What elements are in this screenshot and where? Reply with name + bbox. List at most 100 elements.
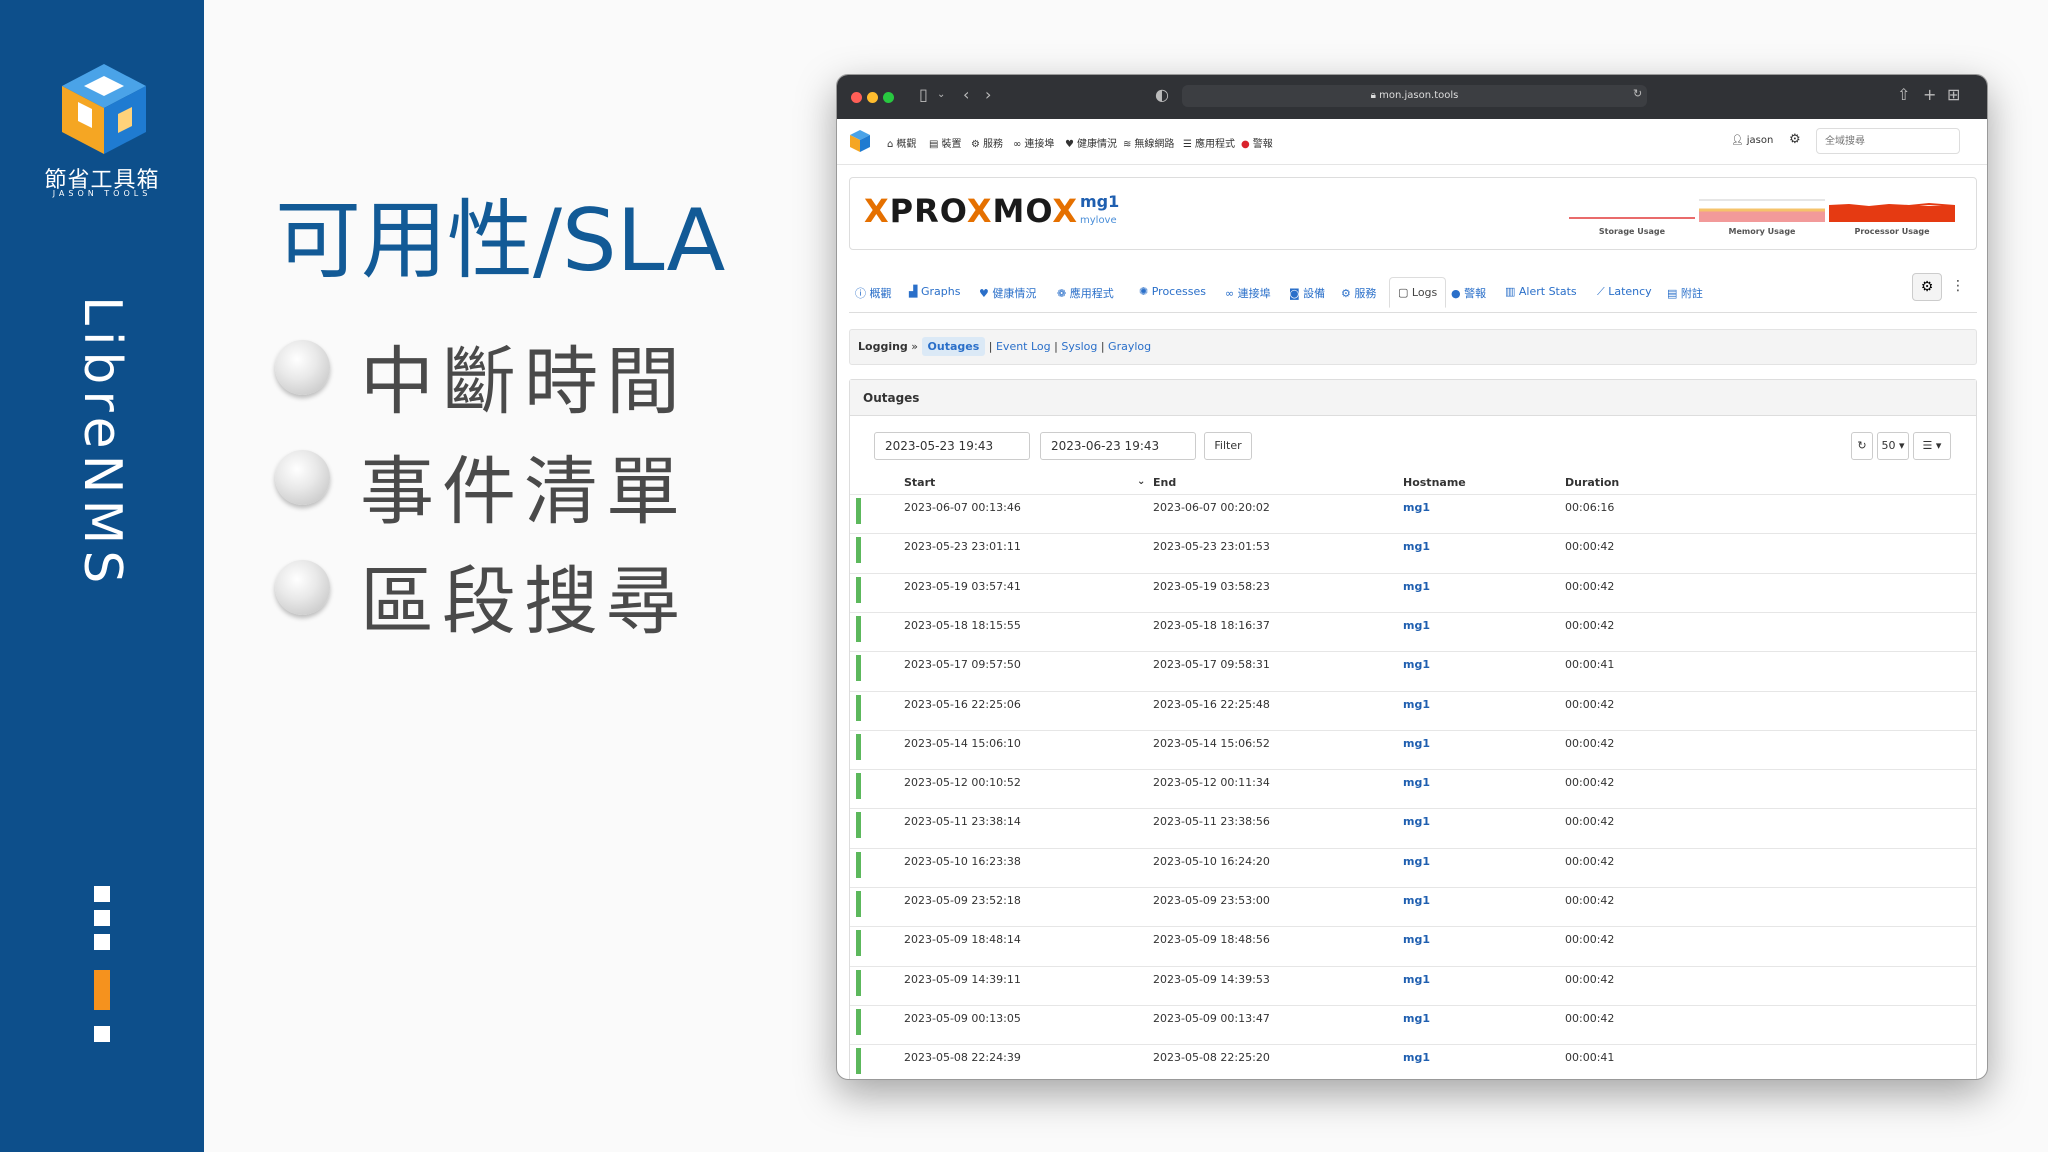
user-menu[interactable]: 👤︎ jason [1731, 135, 1773, 146]
refresh-icon[interactable]: ↻ [1851, 432, 1873, 460]
device-hostname[interactable]: mg1 [1080, 192, 1119, 211]
table-row[interactable]: 2023-05-09 18:48:14 2023-05-09 18:48:56 mg… [850, 926, 1976, 965]
tab-apps[interactable]: ❁ 應用程式 [1057, 285, 1114, 301]
nav-alerts[interactable]: ● 警報 [1241, 135, 1273, 150]
tab-services[interactable]: ⚙ 服務 [1341, 285, 1376, 301]
breadcrumb-root: Logging [858, 340, 908, 353]
tab-inventory[interactable]: ◙ 設備 [1289, 285, 1325, 301]
date-to-input[interactable]: 2023-06-23 19:43 [1040, 432, 1196, 460]
status-bar [856, 891, 861, 917]
sort-chevron-down-icon[interactable]: ⌄ [1137, 476, 1145, 487]
nav-wireless[interactable]: ≋ 無線網路 [1123, 135, 1174, 150]
url-bar[interactable]: 🔒︎ mon.jason.tools [1182, 85, 1647, 107]
cell-hostname[interactable]: mg1 [1403, 501, 1430, 514]
cell-hostname[interactable]: mg1 [1403, 580, 1430, 593]
brand-subtitle: JASON TOOLS [52, 189, 152, 198]
column-header-duration[interactable]: Duration [1565, 476, 1619, 489]
cell-hostname[interactable]: mg1 [1403, 737, 1430, 750]
cell-hostname[interactable]: mg1 [1403, 855, 1430, 868]
column-header-hostname[interactable]: Hostname [1403, 476, 1466, 489]
tab-latency[interactable]: ⟋ Latency [1597, 285, 1652, 299]
device-settings-gear-icon[interactable]: ⚙ [1912, 273, 1942, 301]
tab-graphs[interactable]: ▟ Graphs [909, 285, 960, 298]
tab-notes[interactable]: ▤ 附註 [1667, 285, 1703, 301]
column-header-end[interactable]: End [1153, 476, 1176, 489]
librenms-logo-icon[interactable] [849, 129, 871, 153]
cell-hostname[interactable]: mg1 [1403, 933, 1430, 946]
breadcrumb: Logging » Outages | Event Log | Syslog |… [849, 329, 1977, 365]
table-row[interactable]: 2023-05-12 00:10:52 2023-05-12 00:11:34 mg… [850, 769, 1976, 808]
cell-hostname[interactable]: mg1 [1403, 619, 1430, 632]
table-row[interactable]: 2023-05-23 23:01:11 2023-05-23 23:01:53 mg… [850, 533, 1976, 572]
kebab-menu-icon[interactable]: ⋮ [1947, 273, 1969, 301]
cell-hostname[interactable]: mg1 [1403, 1012, 1430, 1025]
cell-hostname[interactable]: mg1 [1403, 894, 1430, 907]
cell-hostname[interactable]: mg1 [1403, 815, 1430, 828]
close-window-button[interactable] [851, 92, 862, 103]
back-arrow-icon[interactable]: ‹ [963, 85, 969, 104]
sidebar-toggle-icon[interactable]: ▯ [919, 85, 928, 104]
maximize-window-button[interactable] [883, 92, 894, 103]
tab-overview[interactable]: ⓘ 概觀 [855, 285, 892, 301]
date-from-input[interactable]: 2023-05-23 19:43 [874, 432, 1030, 460]
nav-health[interactable]: ♥ 健康情況 [1065, 135, 1117, 150]
graph-label: Storage Usage [1598, 227, 1666, 236]
column-toggle-icon[interactable]: ☰ ▾ [1913, 432, 1951, 460]
tab-health[interactable]: ♥ 健康情況 [979, 285, 1036, 301]
table-row[interactable]: 2023-05-09 14:39:11 2023-05-09 14:39:53 mg… [850, 965, 1976, 1005]
link-graylog[interactable]: Graylog [1108, 340, 1151, 353]
memory-usage-graph[interactable] [1699, 198, 1825, 222]
table-row[interactable]: 2023-05-17 09:57:50 2023-05-17 09:58:31 mg… [850, 651, 1976, 690]
bullet-text: 中斷時間 [360, 339, 688, 425]
nav-overview[interactable]: ⌂ 概觀 [887, 135, 916, 150]
table-row[interactable]: 2023-05-18 18:15:55 2023-05-18 18:16:37 mg… [850, 611, 1976, 651]
nav-apps[interactable]: ☰ 應用程式 [1183, 135, 1235, 150]
storage-usage-graph[interactable] [1569, 198, 1695, 222]
tab-alerts[interactable]: ● 警報 [1451, 285, 1486, 301]
cell-hostname[interactable]: mg1 [1403, 658, 1430, 671]
cell-hostname[interactable]: mg1 [1403, 1051, 1430, 1064]
filter-button[interactable]: Filter [1204, 432, 1252, 460]
table-row[interactable]: 2023-06-07 00:13:46 2023-06-07 00:20:02 mg… [850, 494, 1976, 533]
page-size-select[interactable]: 50 ▾ [1877, 432, 1909, 460]
cell-hostname[interactable]: mg1 [1403, 973, 1430, 986]
minimize-window-button[interactable] [867, 92, 878, 103]
table-row[interactable]: 2023-05-09 00:13:05 2023-05-09 00:13:47 mg… [850, 1004, 1976, 1044]
table-row[interactable]: 2023-05-14 15:06:10 2023-05-14 15:06:52 mg… [850, 729, 1976, 769]
gear-icon[interactable]: ⚙ [1789, 132, 1801, 147]
table-row[interactable]: 2023-05-19 03:57:41 2023-05-19 03:58:23 mg… [850, 572, 1976, 612]
reload-icon[interactable]: ↻ [1633, 87, 1642, 100]
forward-arrow-icon[interactable]: › [985, 85, 991, 104]
nav-devices[interactable]: ▤ 裝置 [929, 135, 961, 150]
link-event-log[interactable]: Event Log [996, 340, 1051, 353]
shield-icon[interactable]: ◐ [1155, 85, 1169, 104]
link-syslog[interactable]: Syslog [1061, 340, 1097, 353]
bullet-text: 區段搜尋 [360, 559, 688, 645]
cell-start: 2023-06-07 00:13:46 [904, 501, 1021, 514]
table-row[interactable]: 2023-05-10 16:23:38 2023-05-10 16:24:20 mg… [850, 847, 1976, 887]
chevron-down-icon[interactable]: ⌄ [937, 89, 945, 100]
cell-end: 2023-05-17 09:58:31 [1153, 658, 1270, 672]
processor-usage-graph[interactable] [1829, 198, 1955, 222]
table-row[interactable]: 2023-05-11 23:38:14 2023-05-11 23:38:56 mg… [850, 808, 1976, 847]
tab-ports[interactable]: ∞ 連接埠 [1225, 285, 1271, 301]
table-row[interactable]: 2023-05-09 23:52:18 2023-05-09 23:53:00 mg… [850, 887, 1976, 926]
new-tab-icon[interactable]: + [1923, 85, 1936, 104]
column-header-start[interactable]: Start [904, 476, 935, 489]
nav-ports[interactable]: ∞ 連接埠 [1013, 135, 1054, 150]
cell-hostname[interactable]: mg1 [1403, 540, 1430, 553]
tab-processes[interactable]: ✺ Processes [1139, 285, 1206, 298]
nav-services[interactable]: ⚙ 服務 [971, 135, 1003, 150]
tab-alert-stats[interactable]: ▥ Alert Stats [1505, 285, 1577, 298]
global-search-input[interactable] [1816, 128, 1960, 154]
cell-duration: 00:00:42 [1565, 776, 1615, 790]
table-row[interactable]: 2023-05-16 22:25:06 2023-05-16 22:25:48 mg… [850, 690, 1976, 730]
progress-square-current [94, 970, 110, 1010]
table-row[interactable]: 2023-05-08 22:24:39 2023-05-08 22:25:20 mg… [850, 1044, 1976, 1079]
tab-overview-icon[interactable]: ⊞ [1947, 85, 1960, 104]
cell-hostname[interactable]: mg1 [1403, 698, 1430, 711]
share-icon[interactable]: ⇧ [1897, 85, 1910, 104]
cell-hostname[interactable]: mg1 [1403, 776, 1430, 789]
breadcrumb-current[interactable]: Outages [921, 337, 986, 356]
tab-logs[interactable]: ▢ Logs [1389, 277, 1447, 308]
